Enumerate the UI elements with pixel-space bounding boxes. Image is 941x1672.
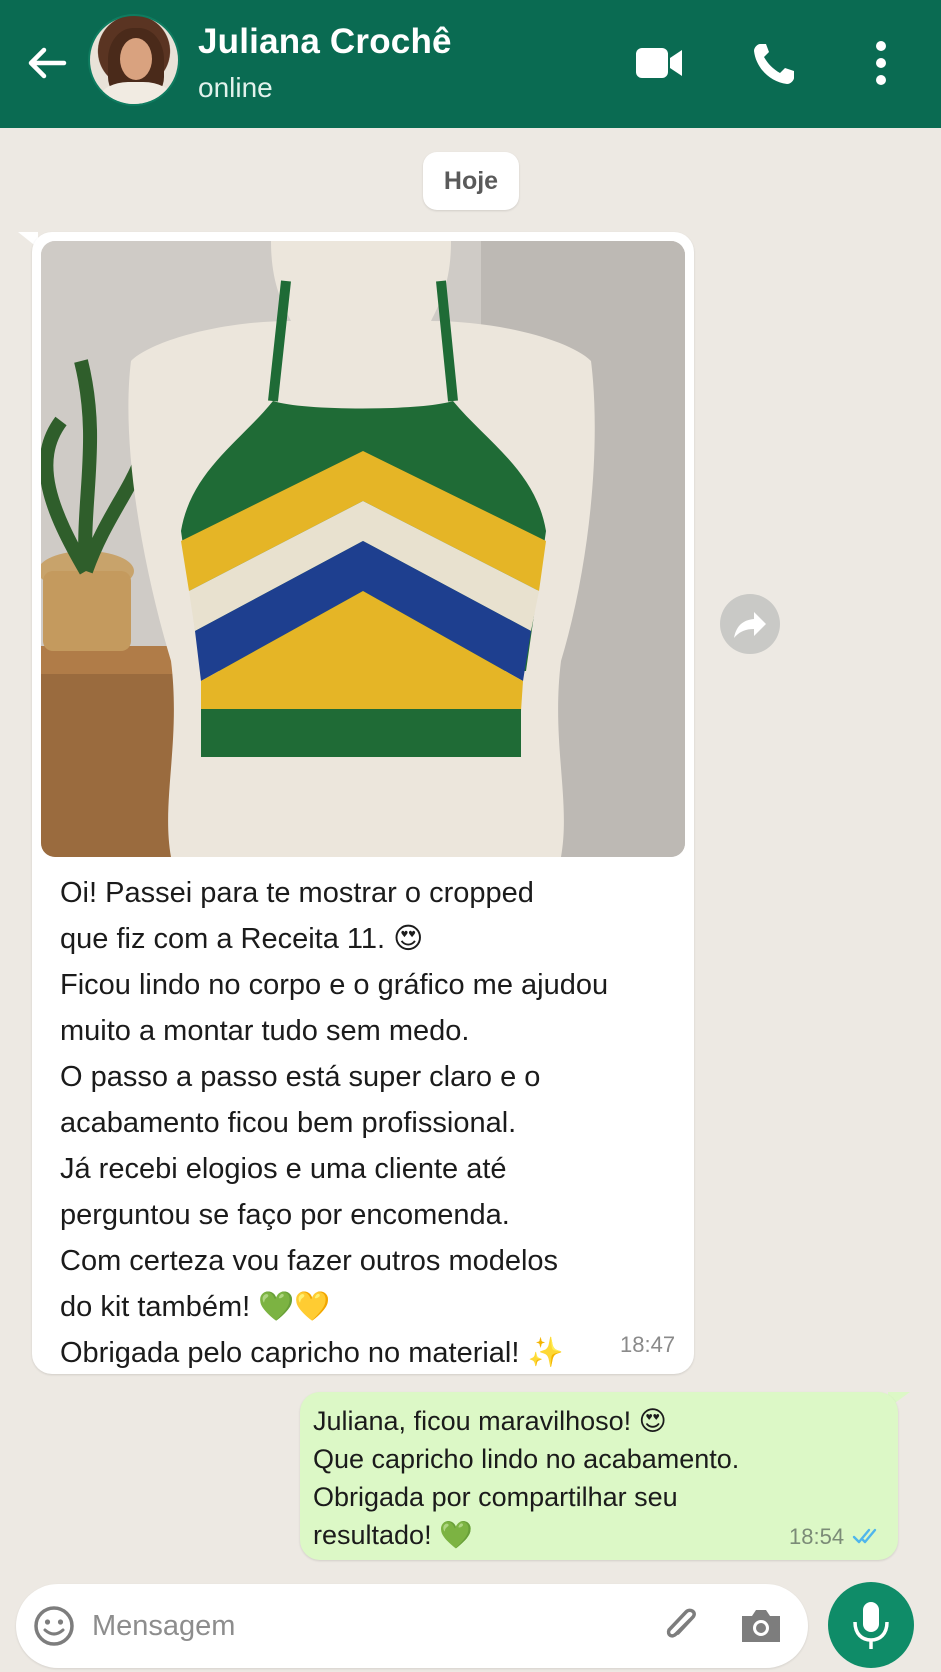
message-line: O passo a passo está super claro e o bbox=[60, 1061, 541, 1093]
message-photo[interactable] bbox=[41, 241, 685, 857]
outgoing-message-text: Juliana, ficou maravilhoso! 😍 Que capric… bbox=[313, 1402, 813, 1554]
message-line: que fiz com a Receita 11. 😍 bbox=[60, 923, 424, 955]
forward-arrow-icon bbox=[734, 612, 766, 638]
message-line: Ficou lindo no corpo e o gráfico me ajud… bbox=[60, 969, 609, 1001]
contact-avatar[interactable] bbox=[88, 14, 180, 106]
message-line: Juliana, ficou maravilhoso! 😍 bbox=[313, 1406, 667, 1436]
message-line: muito a montar tudo sem medo. bbox=[60, 1015, 470, 1047]
message-line: Já recebi elogios e uma cliente até bbox=[60, 1153, 507, 1185]
video-call-icon[interactable] bbox=[632, 38, 686, 88]
contact-status: online bbox=[198, 72, 273, 103]
message-line: do kit também! 💚💛 bbox=[60, 1291, 331, 1323]
more-options-icon[interactable] bbox=[854, 38, 908, 88]
mic-icon bbox=[853, 1602, 889, 1649]
message-input[interactable] bbox=[92, 1596, 632, 1656]
emoji-icon[interactable] bbox=[32, 1604, 76, 1648]
message-line: Com certeza vou fazer outros modelos bbox=[60, 1245, 559, 1277]
message-line: perguntou se faço por encomenda. bbox=[60, 1199, 510, 1231]
message-line: Obrigada pelo capricho no material! ✨ bbox=[60, 1337, 564, 1369]
date-chip: Hoje bbox=[423, 152, 519, 210]
phone-icon[interactable] bbox=[748, 38, 802, 88]
contact-name[interactable]: Juliana Crochê bbox=[198, 22, 452, 62]
message-line: Oi! Passei para te mostrar o cropped bbox=[60, 877, 534, 909]
incoming-timestamp: 18:47 bbox=[620, 1332, 676, 1357]
outgoing-timestamp: 18:54 bbox=[789, 1524, 845, 1549]
read-receipt-icon bbox=[852, 1528, 877, 1544]
message-line: acabamento ficou bem profissional. bbox=[60, 1107, 517, 1139]
chat-header: Juliana Crochê online bbox=[0, 0, 941, 128]
forward-button[interactable] bbox=[720, 594, 780, 654]
message-line: Que capricho lindo no acabamento. bbox=[313, 1444, 740, 1474]
incoming-message-text: Oi! Passei para te mostrar o cropped que… bbox=[60, 870, 670, 1376]
attach-icon[interactable] bbox=[660, 1600, 704, 1652]
camera-icon[interactable] bbox=[738, 1604, 784, 1648]
back-arrow-icon[interactable] bbox=[24, 40, 70, 86]
mic-button[interactable] bbox=[828, 1582, 914, 1668]
message-line: Obrigada por compartilhar seu bbox=[313, 1482, 678, 1512]
message-line: resultado! 💚 bbox=[313, 1520, 473, 1550]
